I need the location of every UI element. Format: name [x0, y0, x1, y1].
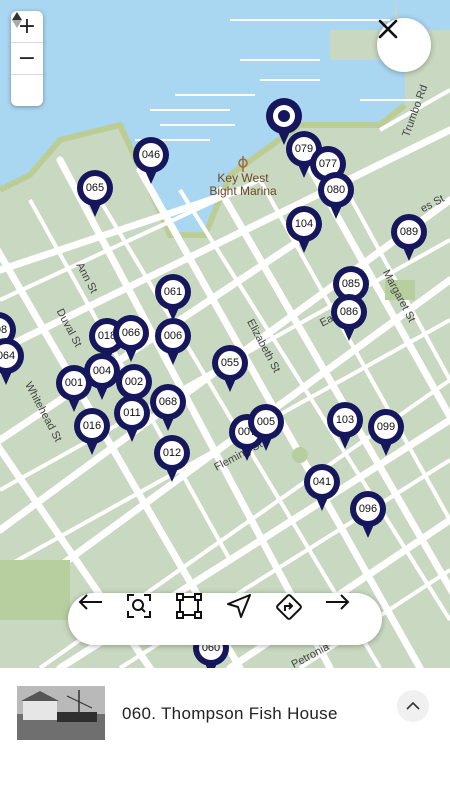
marina-label-line2: Bight Marina [209, 184, 277, 198]
marker-number: 046 [139, 143, 163, 167]
map-marker[interactable]: 080 [318, 172, 354, 224]
marker-number: 012 [160, 441, 184, 465]
marker-number: 099 [374, 415, 398, 439]
map-marker[interactable]: 055 [212, 345, 248, 397]
marker-number: 104 [292, 212, 316, 236]
marker-number: 061 [161, 280, 185, 304]
directions-button[interactable] [275, 593, 323, 645]
map-marker[interactable]: 099 [368, 409, 404, 461]
marker-number: 103 [333, 408, 357, 432]
map-view[interactable]: Key West Bight Marina Ann St Duval St Wh… [0, 0, 450, 668]
marker-number: 011 [120, 401, 144, 425]
map-marker[interactable]: 046 [133, 137, 169, 189]
expand-panel-button[interactable] [397, 690, 429, 722]
zoom-control: + − [11, 11, 43, 106]
marker-number: 001 [62, 371, 86, 395]
map-marker[interactable]: 103 [327, 402, 363, 454]
map-marker[interactable]: 068 [150, 384, 186, 436]
fit-bounds-button[interactable] [176, 593, 224, 645]
map-marker[interactable]: 096 [350, 491, 386, 543]
map-marker[interactable]: 064 [0, 338, 24, 390]
map-marker[interactable]: 005 [248, 404, 284, 456]
place-thumbnail[interactable] [17, 686, 105, 740]
marker-number: 096 [356, 497, 380, 521]
marker-number: 080 [324, 178, 348, 202]
marker-number: 066 [119, 321, 143, 345]
directions-icon [276, 594, 302, 620]
marker-number: 065 [83, 176, 107, 200]
marker-number: 004 [90, 359, 114, 383]
marker-number: 041 [310, 470, 334, 494]
zoom-out-button[interactable]: − [11, 43, 43, 75]
map-marker[interactable]: 012 [154, 435, 190, 487]
marker-number: 002 [122, 370, 146, 394]
marina-label: Key West Bight Marina [206, 172, 280, 198]
arrow-right-icon [326, 594, 350, 610]
map-marker[interactable]: 016 [74, 408, 110, 460]
compass-button[interactable] [11, 12, 43, 106]
map-marker[interactable]: 104 [286, 206, 322, 258]
map-marker[interactable]: 086 [331, 294, 367, 346]
map-marker[interactable]: 065 [77, 170, 113, 222]
next-button[interactable] [324, 593, 372, 645]
marker-number: 085 [339, 272, 363, 296]
map-marker[interactable]: 041 [304, 464, 340, 516]
chevron-up-icon [406, 701, 420, 710]
compass-icon [12, 12, 22, 28]
search-area-icon [127, 594, 151, 618]
fish-house-photo [17, 686, 105, 740]
marker-number: 016 [80, 414, 104, 438]
map-marker[interactable]: 089 [391, 214, 427, 266]
marker-number: 006 [161, 324, 185, 348]
arrow-left-icon [78, 594, 102, 610]
map-toolbar [68, 593, 382, 645]
marker-number: 089 [397, 220, 421, 244]
previous-button[interactable] [78, 593, 126, 645]
navigate-icon [227, 594, 251, 618]
marker-number: 068 [156, 390, 180, 414]
bounding-box-icon [176, 593, 202, 619]
locate-me-button[interactable] [226, 593, 274, 645]
marker-number: 055 [218, 351, 242, 375]
map-marker[interactable]: 006 [155, 318, 191, 370]
place-title: 060. Thompson Fish House [122, 704, 338, 723]
close-icon [378, 19, 398, 39]
close-button[interactable] [377, 18, 431, 72]
map-marker[interactable]: 011 [114, 395, 150, 447]
marker-number: 086 [337, 300, 361, 324]
search-area-button[interactable] [126, 593, 174, 645]
marker-number: 005 [254, 410, 278, 434]
